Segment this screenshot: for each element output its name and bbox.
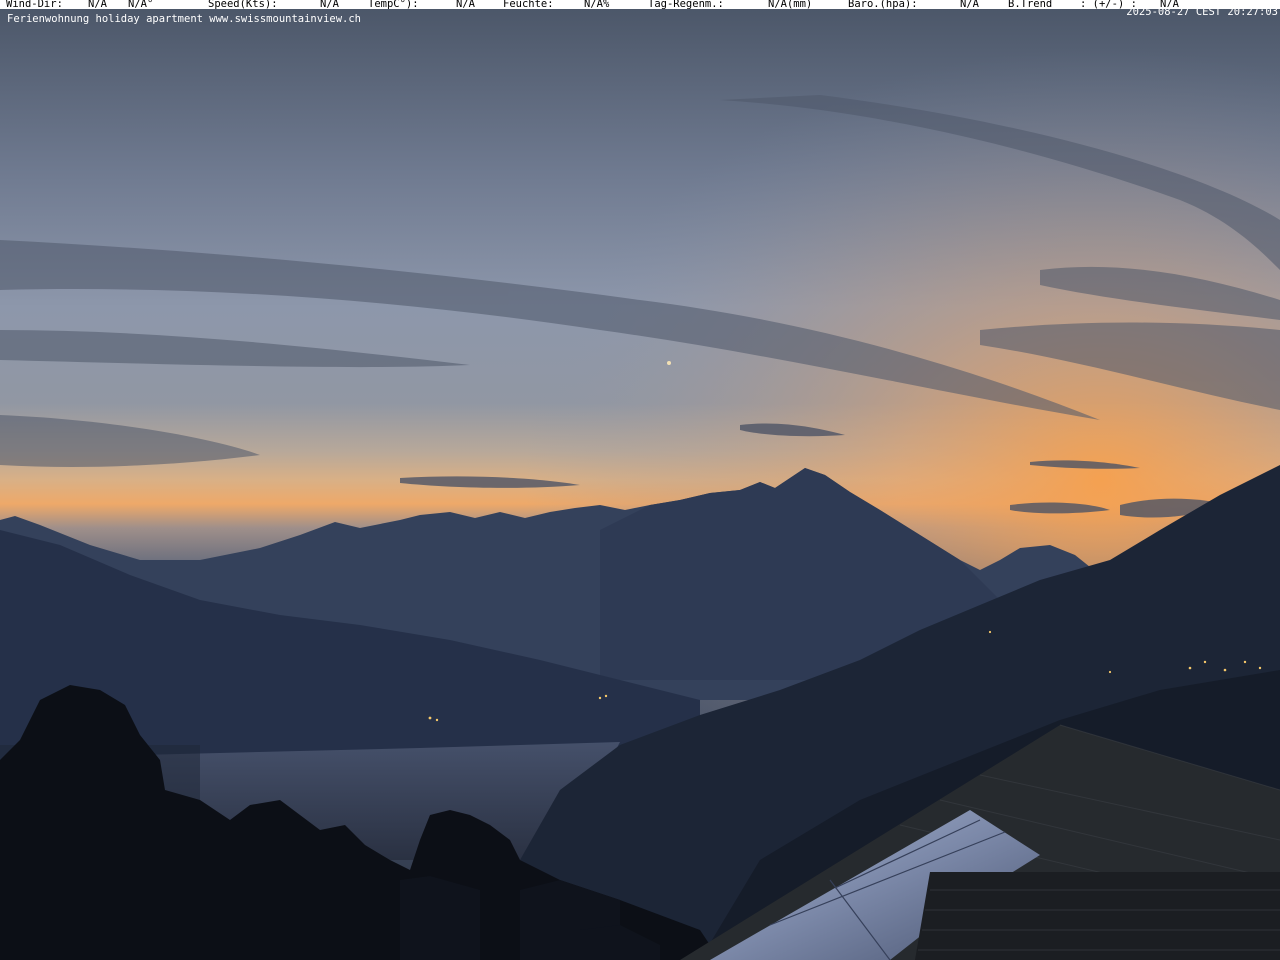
speed-value: N/A	[320, 0, 339, 9]
humidity-label: Feuchte:	[503, 0, 554, 9]
temp-label: TempC°):	[368, 0, 419, 9]
temp-value: N/A	[456, 0, 475, 9]
webcam-caption: Ferienwohnung holiday apartment www.swis…	[7, 13, 362, 25]
webcam-timestamp: 2025-08-27 CEST 20:27:03	[1126, 6, 1278, 18]
weather-status-bar: Wind-Dir: N/A N/A° Speed(Kts): N/A TempC…	[0, 0, 1280, 9]
humidity-value: N/A%	[584, 0, 610, 9]
rain-label: Tag-Regenm.:	[648, 0, 724, 9]
dormer-roof	[915, 872, 1280, 960]
wind-dir-value: N/A	[88, 0, 107, 9]
rain-value: N/A(mm)	[768, 0, 813, 9]
wind-deg-value: N/A°	[128, 0, 154, 9]
baro-value: N/A	[960, 0, 979, 9]
wind-dir-label: Wind-Dir:	[6, 0, 63, 9]
sunset-landscape	[0, 0, 1280, 960]
speed-label: Speed(Kts):	[208, 0, 278, 9]
trend-label: B.Trend	[1008, 0, 1053, 9]
baro-label: Baro.(hpa):	[848, 0, 918, 9]
webcam-image: Wind-Dir: N/A N/A° Speed(Kts): N/A TempC…	[0, 0, 1280, 960]
